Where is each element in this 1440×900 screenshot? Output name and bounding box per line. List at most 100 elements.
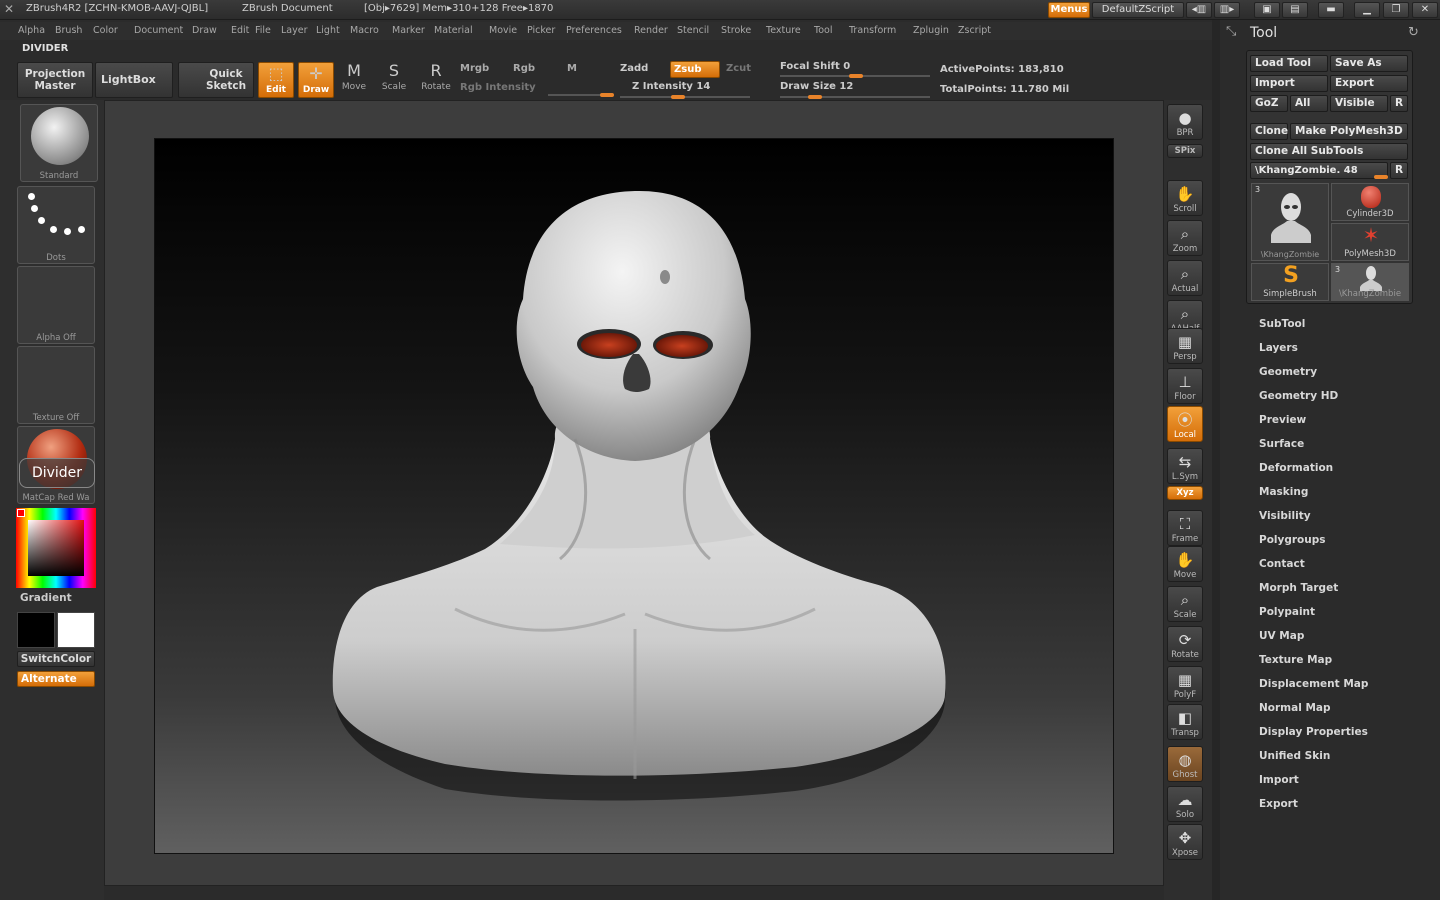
projection-master-button[interactable]: Projection Master	[17, 62, 93, 98]
switch-color-button[interactable]: SwitchColor	[17, 651, 95, 667]
actual-shelf-button[interactable]: ⌕ Actual	[1167, 260, 1203, 296]
texture-thumbnail[interactable]: Texture Off	[17, 346, 95, 424]
ghost-shelf-button[interactable]: ◍ Ghost	[1167, 746, 1203, 782]
floor-shelf-button[interactable]: ⊥ Floor	[1167, 368, 1203, 404]
layout-prev-icon[interactable]: ◂▥	[1186, 2, 1212, 18]
menu-light[interactable]: Light	[316, 25, 340, 36]
z-intensity-knob[interactable]	[671, 95, 685, 99]
zadd-button[interactable]: Zadd	[620, 63, 648, 74]
subpalette-morph-target[interactable]: Morph Target	[1259, 582, 1338, 594]
menu-edit[interactable]: Edit	[231, 25, 249, 36]
refresh-icon[interactable]: ↻	[1408, 25, 1419, 40]
tool-simplebrush[interactable]: S SimpleBrush	[1251, 263, 1329, 301]
menu-texture[interactable]: Texture	[766, 25, 801, 36]
menu-alpha[interactable]: Alpha	[18, 25, 45, 36]
scroll-shelf-button[interactable]: ✋ Scroll	[1167, 180, 1203, 216]
menus-button[interactable]: Menus	[1048, 2, 1090, 18]
subpalette-visibility[interactable]: Visibility	[1259, 510, 1311, 522]
tool-khangzombie-large[interactable]: 3 \KhangZombie	[1251, 183, 1329, 261]
menu-material[interactable]: Material	[434, 25, 473, 36]
menu-picker[interactable]: Picker	[527, 25, 555, 36]
rotate-button[interactable]: R Rotate	[418, 62, 454, 102]
rotate-shelf-button[interactable]: ⟳ Rotate	[1167, 626, 1203, 662]
lock-icon[interactable]: ▬	[1318, 2, 1344, 18]
subpalette-masking[interactable]: Masking	[1259, 486, 1308, 498]
move-shelf-button[interactable]: ✋ Move	[1167, 546, 1203, 582]
menu-macro[interactable]: Macro	[350, 25, 379, 36]
polyf-shelf-button[interactable]: ▦ PolyF	[1167, 666, 1203, 702]
focal-shift-slider[interactable]: Focal Shift 0	[780, 61, 850, 72]
tray-divider[interactable]	[1212, 20, 1220, 900]
menu-marker[interactable]: Marker	[392, 25, 425, 36]
subpalette-export[interactable]: Export	[1259, 798, 1298, 810]
alpha-thumbnail[interactable]: Alpha Off	[17, 266, 95, 344]
local-shelf-button[interactable]: ⦿ Local	[1167, 406, 1203, 442]
save-as-button[interactable]: Save As	[1330, 55, 1408, 72]
export-button[interactable]: Export	[1330, 75, 1408, 92]
xyz-shelf-button[interactable]: Xyz	[1167, 486, 1203, 500]
subpalette-surface[interactable]: Surface	[1259, 438, 1304, 450]
load-tool-button[interactable]: Load Tool	[1250, 55, 1328, 72]
subpalette-subtool[interactable]: SubTool	[1259, 318, 1305, 330]
subpalette-preview[interactable]: Preview	[1259, 414, 1306, 426]
menu-transform[interactable]: Transform	[849, 25, 896, 36]
menu-document[interactable]: Document	[134, 25, 183, 36]
menu-movie[interactable]: Movie	[489, 25, 517, 36]
subpalette-layers[interactable]: Layers	[1259, 342, 1298, 354]
color-square[interactable]	[28, 520, 84, 576]
current-tool-slider[interactable]: \KhangZombie. 48	[1250, 162, 1388, 179]
minimize-icon[interactable]: ▁	[1354, 2, 1380, 18]
document-canvas[interactable]	[154, 138, 1114, 854]
menu-stencil[interactable]: Stencil	[677, 25, 709, 36]
mrgb-button[interactable]: Mrgb	[460, 63, 489, 74]
solo-shelf-button[interactable]: ☁ Solo	[1167, 786, 1203, 822]
spix-shelf-button[interactable]: SPix	[1167, 144, 1203, 158]
default-zscript-button[interactable]: DefaultZScript	[1092, 2, 1184, 18]
draw-size-slider[interactable]: Draw Size 12	[780, 81, 853, 92]
subpalette-unified-skin[interactable]: Unified Skin	[1259, 750, 1330, 762]
menu-file[interactable]: File	[255, 25, 271, 36]
scale-shelf-button[interactable]: ⌕ Scale	[1167, 586, 1203, 622]
lsym-shelf-button[interactable]: ⇆ L.Sym	[1167, 448, 1203, 484]
all-button[interactable]: All	[1290, 95, 1328, 112]
rgb-intensity-slider[interactable]: Rgb Intensity	[460, 82, 536, 93]
bpr-shelf-button[interactable]: ● BPR	[1167, 104, 1203, 140]
scale-button[interactable]: S Scale	[376, 62, 412, 102]
menu-stroke[interactable]: Stroke	[721, 25, 751, 36]
rgb-intensity-knob[interactable]	[600, 93, 614, 97]
subpalette-contact[interactable]: Contact	[1259, 558, 1305, 570]
brush-thumbnail[interactable]: Standard	[20, 104, 98, 182]
current-tool-knob[interactable]	[1374, 175, 1388, 179]
menu-zplugin[interactable]: Zplugin	[913, 25, 949, 36]
rgb-button[interactable]: Rgb	[513, 63, 535, 74]
menu-brush[interactable]: Brush	[55, 25, 82, 36]
menu-preferences[interactable]: Preferences	[566, 25, 622, 36]
tile-icon[interactable]: ▣	[1254, 2, 1280, 18]
menu-tool[interactable]: Tool	[814, 25, 832, 36]
primary-color-swatch[interactable]	[17, 612, 55, 648]
subpalette-displacement-map[interactable]: Displacement Map	[1259, 678, 1368, 690]
tile-alt-icon[interactable]: ▤	[1282, 2, 1308, 18]
clone-button[interactable]: Clone	[1250, 123, 1288, 140]
gradient-label[interactable]: Gradient	[20, 592, 72, 604]
secondary-color-swatch[interactable]	[57, 612, 95, 648]
tool-polymesh3d[interactable]: ✶ PolyMesh3D	[1331, 223, 1409, 261]
subpalette-polygroups[interactable]: Polygroups	[1259, 534, 1326, 546]
menu-layer[interactable]: Layer	[281, 25, 308, 36]
menu-zscript[interactable]: Zscript	[958, 25, 991, 36]
maximize-icon[interactable]: ❐	[1383, 2, 1409, 18]
zcut-button[interactable]: Zcut	[726, 63, 751, 74]
color-picker[interactable]	[16, 508, 96, 588]
menu-draw[interactable]: Draw	[192, 25, 217, 36]
draw-size-knob[interactable]	[808, 95, 822, 99]
xpose-shelf-button[interactable]: ✥ Xpose	[1167, 824, 1203, 860]
layout-next-icon[interactable]: ▥▸	[1214, 2, 1240, 18]
focal-shift-knob[interactable]	[849, 74, 863, 78]
tool-r-button[interactable]: R	[1390, 162, 1408, 179]
r-button[interactable]: R	[1390, 95, 1408, 112]
zoom-shelf-button[interactable]: ⌕ Zoom	[1167, 220, 1203, 256]
subpalette-geometry-hd[interactable]: Geometry HD	[1259, 390, 1338, 402]
subpalette-uv-map[interactable]: UV Map	[1259, 630, 1304, 642]
persp-shelf-button[interactable]: ▦ Persp	[1167, 328, 1203, 364]
subpalette-texture-map[interactable]: Texture Map	[1259, 654, 1332, 666]
